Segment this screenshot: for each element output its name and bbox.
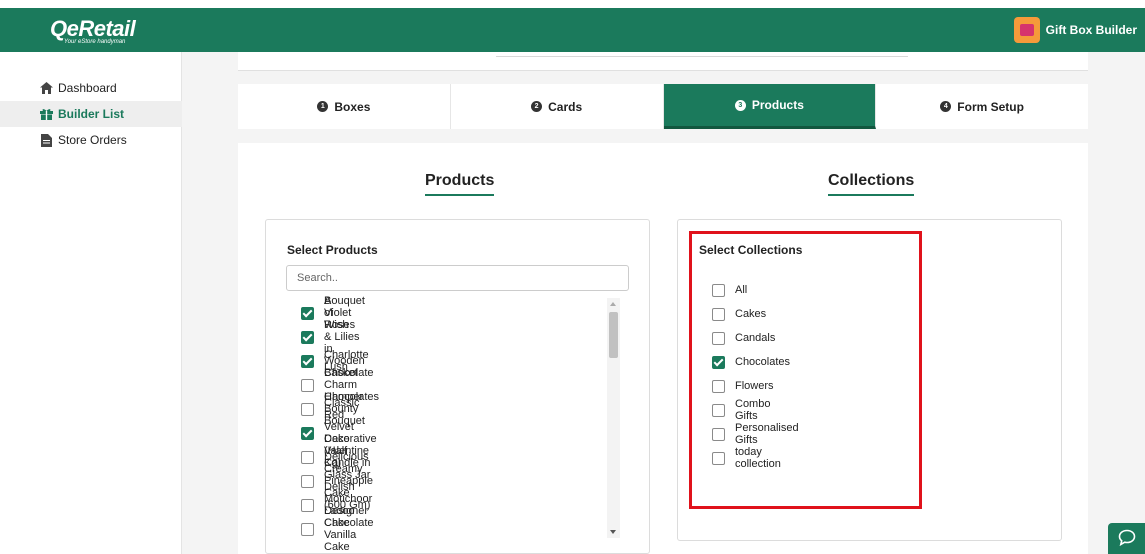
tab-cards[interactable]: 2 Cards bbox=[451, 84, 664, 129]
sidebar-item-label: Builder List bbox=[58, 107, 125, 121]
step-number: 2 bbox=[531, 101, 543, 112]
products-title-text: Products bbox=[425, 172, 495, 189]
sidebar-item-label: Dashboard bbox=[58, 81, 117, 95]
chat-button[interactable] bbox=[1108, 523, 1145, 554]
gift-box-icon bbox=[1013, 17, 1040, 43]
scroll-up-icon[interactable] bbox=[610, 302, 616, 306]
checkbox[interactable] bbox=[301, 330, 314, 344]
sidebar-item-builder-list[interactable]: Builder List bbox=[0, 101, 182, 127]
title-underline bbox=[425, 194, 495, 196]
tab-boxes[interactable]: 1 Boxes bbox=[238, 84, 451, 129]
products-title: Products bbox=[425, 172, 495, 196]
scroll-thumb[interactable] bbox=[609, 312, 618, 358]
gift-icon bbox=[40, 108, 53, 121]
tab-products[interactable]: 3 Products bbox=[663, 84, 877, 129]
app-name: Gift Box Builder bbox=[1013, 17, 1137, 43]
chat-icon bbox=[1118, 529, 1136, 549]
collections-title-text: Collections bbox=[828, 172, 915, 189]
logo-tagline: Your eStore handyman bbox=[64, 39, 126, 45]
step-tabs: 1 Boxes 2 Cards 3 Products 4 Form Setup bbox=[238, 84, 1088, 129]
tab-label: Cards bbox=[548, 99, 583, 114]
app-name-label: Gift Box Builder bbox=[1045, 23, 1137, 37]
tab-label: Boxes bbox=[334, 99, 371, 114]
sidebar-item-label: Store Orders bbox=[58, 133, 127, 147]
step-number: 1 bbox=[317, 101, 329, 112]
previous-step-card bbox=[238, 52, 1088, 71]
collections-title: Collections bbox=[828, 172, 915, 196]
product-item[interactable]: Bouquet of Roses & Lilies in Wooden Bask… bbox=[301, 295, 365, 379]
top-bar: QeRetail Your eStore handyman Gift Box B… bbox=[0, 8, 1145, 52]
sidebar: Dashboard Builder List Store Orders bbox=[0, 52, 182, 554]
tab-label: Products bbox=[751, 98, 804, 112]
divider bbox=[496, 56, 908, 57]
logo[interactable]: QeRetail Your eStore handyman bbox=[50, 16, 136, 46]
product-label: Designer Chocolate Vanilla Cake bbox=[324, 505, 374, 553]
step-number: 4 bbox=[940, 101, 952, 112]
sidebar-item-dashboard[interactable]: Dashboard bbox=[0, 75, 182, 101]
scroll-down-icon[interactable] bbox=[610, 530, 616, 534]
checkbox[interactable] bbox=[301, 498, 314, 512]
tab-form-setup[interactable]: 4 Form Setup bbox=[876, 84, 1088, 129]
step-number: 3 bbox=[734, 99, 746, 111]
checkbox[interactable] bbox=[301, 450, 314, 464]
product-item[interactable]: Designer Chocolate Vanilla Cake bbox=[301, 505, 374, 553]
highlight-box bbox=[689, 231, 922, 509]
checkbox[interactable] bbox=[301, 378, 314, 392]
document-icon bbox=[40, 133, 53, 147]
title-underline bbox=[828, 194, 915, 196]
home-icon bbox=[40, 82, 53, 95]
checkbox[interactable] bbox=[301, 306, 314, 320]
tab-label: Form Setup bbox=[957, 99, 1024, 114]
checkbox[interactable] bbox=[301, 522, 314, 536]
product-list-scrollbar[interactable] bbox=[607, 298, 620, 538]
checkbox[interactable] bbox=[301, 354, 314, 368]
checkbox[interactable] bbox=[301, 402, 314, 416]
logo-text: QeRetail bbox=[50, 16, 136, 41]
select-products-label: Select Products bbox=[287, 243, 378, 257]
product-search-input[interactable] bbox=[286, 265, 629, 291]
checkbox[interactable] bbox=[301, 426, 314, 440]
sidebar-item-store-orders[interactable]: Store Orders bbox=[0, 127, 182, 153]
checkbox[interactable] bbox=[301, 474, 314, 488]
